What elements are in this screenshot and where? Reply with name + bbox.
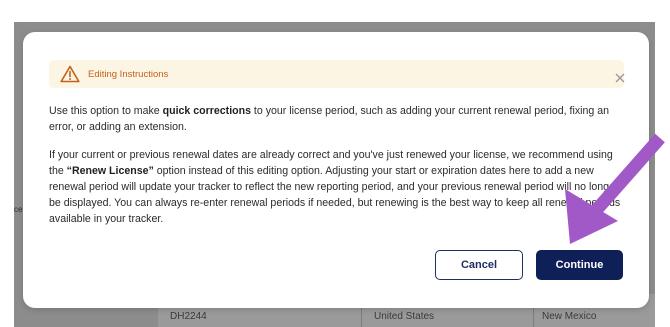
background-fragment: ce	[14, 205, 23, 214]
instructions-paragraph-1: Use this option to make quick correction…	[49, 103, 623, 135]
paragraph-text: Use this option to make	[49, 105, 163, 117]
emphasis-text: “Renew License”	[66, 165, 154, 177]
emphasis-text: quick corrections	[162, 105, 251, 117]
background-cell-country: United States	[374, 311, 435, 322]
close-icon[interactable]	[613, 72, 627, 86]
edit-license-dialog: Editing Instructions Use this option to …	[23, 32, 649, 308]
warning-icon	[60, 65, 80, 83]
editing-instructions-banner: Editing Instructions	[49, 60, 624, 88]
banner-title: Editing Instructions	[88, 68, 169, 80]
continue-button[interactable]: Continue	[536, 250, 623, 280]
background-cell-id: DH2244	[170, 311, 207, 322]
instructions-paragraph-2: If your current or previous renewal date…	[49, 147, 623, 227]
background-cell-state: New Mexico	[542, 311, 597, 322]
cancel-button[interactable]: Cancel	[435, 250, 523, 280]
